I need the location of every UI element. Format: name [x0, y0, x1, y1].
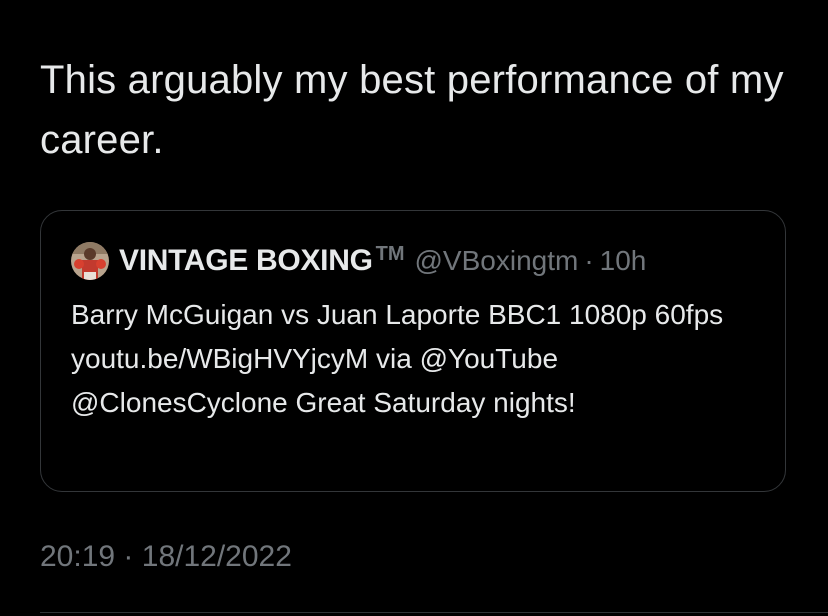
trademark-label: TM [375, 242, 405, 265]
quoted-tweet-header: VINTAGE BOXING TM @VBoxingtm · 10h [71, 241, 646, 281]
tweet-time[interactable]: 20:19 [40, 540, 115, 573]
tweet-text: This arguably my best performance of my … [40, 58, 784, 162]
quoted-display-name[interactable]: VINTAGE BOXING [119, 244, 373, 278]
quoted-tweet-text: Barry McGuigan vs Juan Laporte BBC1 1080… [71, 299, 724, 418]
quoted-tweet-card[interactable]: VINTAGE BOXING TM @VBoxingtm · 10h Barry… [40, 210, 786, 492]
tweet-date[interactable]: 18/12/2022 [142, 540, 292, 573]
quoted-tweet-age[interactable]: 10h [600, 245, 647, 277]
timestamp-separator: · [123, 540, 134, 573]
separator-dot: · [584, 245, 594, 276]
boxer-avatar-icon[interactable] [71, 242, 109, 280]
tweet-timestamp[interactable]: 20:19 · 18/12/2022 [40, 540, 292, 574]
quoted-handle[interactable]: @VBoxingtm [415, 245, 579, 277]
divider [40, 612, 828, 613]
